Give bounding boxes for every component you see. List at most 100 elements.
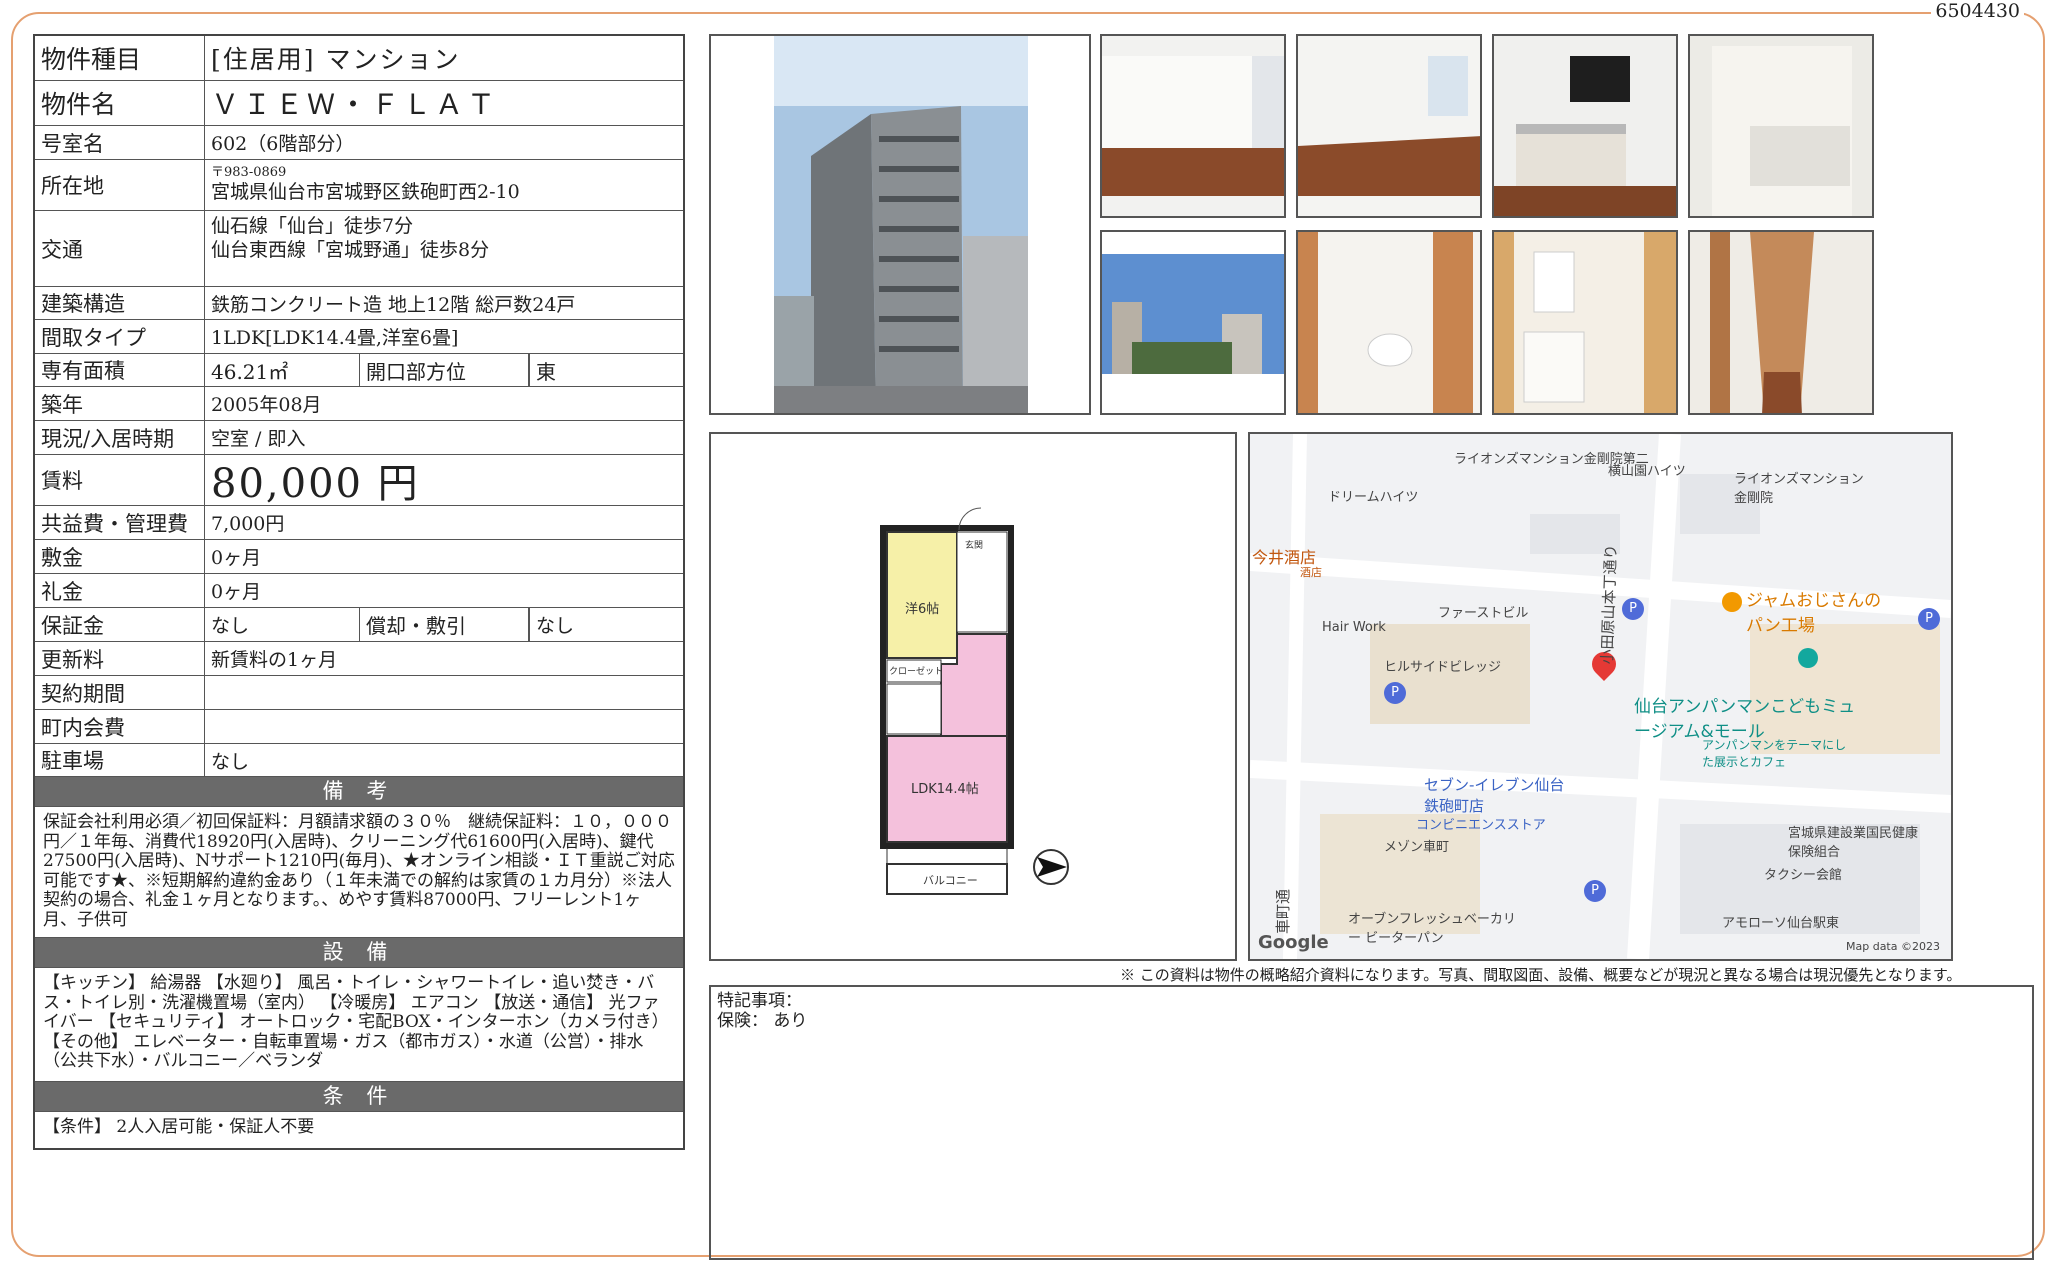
map-label-jam: ジャムおじさんのパン工場 xyxy=(1746,591,1882,636)
label-town-fee: 町内会費 xyxy=(35,710,205,743)
address-line: 宮城県仙台市宮城野区鉄砲町西2-10 xyxy=(211,181,520,204)
value-status: 空室 / 即入 xyxy=(211,428,306,450)
building-photo xyxy=(709,34,1091,415)
restaurant-icon[interactable] xyxy=(1722,592,1742,612)
room-entrance: 玄関 xyxy=(965,541,984,551)
row-contract: 契約期間 xyxy=(35,676,683,710)
map-attribution: Map data ©2023 xyxy=(1846,940,1940,953)
room-closet: クローゼット xyxy=(889,667,944,677)
value-parking: なし xyxy=(211,750,250,773)
value-guarantee: なし xyxy=(211,615,250,637)
toilet-image xyxy=(1298,232,1480,413)
value-access: 仙石線「仙台」徒歩7分 仙台東西線「宮城野通」徒歩8分 xyxy=(205,211,683,286)
map-label-seven: セブン-イレブン仙台鉄砲町店 xyxy=(1424,776,1565,815)
label-area: 専有面積 xyxy=(35,354,205,386)
remarks-header: 備 考 xyxy=(35,777,683,807)
remarks-text: 保証会社利用必須／初回保証料：月額請求額の３０％ 継続保証料：１０，０００円／１… xyxy=(35,807,683,938)
label-structure: 建築構造 xyxy=(35,287,205,319)
value-deposit: 0ヶ月 xyxy=(211,547,262,569)
value-room: 602（6階部分） xyxy=(211,133,355,155)
equipment-text: 【キッチン】 給湯器 【水廻り】 風呂・トイレ・シャワートイレ・追い焚き・バス・… xyxy=(35,968,683,1082)
google-logo: Google xyxy=(1258,932,1329,953)
map-label-maison: メゾン車町 xyxy=(1384,840,1450,855)
map-label-lions: ライオンズマンション金剛院 xyxy=(1734,472,1864,506)
row-key-money: 礼金 0ヶ月 xyxy=(35,574,683,608)
row-structure: 建築構造 鉄筋コンクリート造 地上12階 総戸数24戸 xyxy=(35,287,683,320)
value-contract xyxy=(205,676,683,709)
value-layout: 1LDK[LDK14.4畳,洋室6畳] xyxy=(211,327,459,349)
row-rent: 賃料 80,000 円 xyxy=(35,455,683,507)
property-table: 物件種目 [住居用] マンション 物件名 ＶＩＥＷ・ＦＬＡＴ 号室名 602（6… xyxy=(33,34,685,1150)
room-western: 洋6帖 xyxy=(905,602,940,617)
kitchen-image xyxy=(1494,36,1676,216)
label-contract: 契約期間 xyxy=(35,676,205,709)
label-room: 号室名 xyxy=(35,126,205,159)
room-ldk: LDK14.4帖 xyxy=(911,782,979,797)
living-room-image xyxy=(1102,36,1284,216)
postal-code: 〒983-0869 xyxy=(211,165,287,180)
parking-icon-3[interactable]: P xyxy=(1918,608,1940,630)
value-structure: 鉄筋コンクリート造 地上12階 総戸数24戸 xyxy=(211,293,576,316)
special-notes-box: 特記事項： 保険： あり xyxy=(709,985,2034,1260)
equipment-header: 設 備 xyxy=(35,938,683,968)
location-map[interactable]: P P P P ライオンズマンション金剛院第二 横山園ハイツ ライオンズマンショ… xyxy=(1248,432,1953,961)
washroom-image xyxy=(1494,232,1676,413)
label-deposit: 敷金 xyxy=(35,540,205,573)
parking-icon[interactable]: P xyxy=(1622,598,1644,620)
museum-icon[interactable] xyxy=(1798,648,1818,668)
map-label-museum: 仙台アンパンマンこどもミュージアム&モール xyxy=(1634,697,1856,742)
access-line-2: 仙台東西線「宮城野通」徒歩8分 xyxy=(211,238,490,261)
toilet-photo xyxy=(1296,230,1482,415)
value-orientation: 東 xyxy=(529,354,683,386)
value-mgmt: 7,000円 xyxy=(211,513,285,535)
map-label-yokoyama: 横山園ハイツ xyxy=(1608,464,1686,479)
hallway-image xyxy=(1690,232,1872,413)
map-label-first: ファーストビル xyxy=(1438,606,1529,621)
label-mgmt: 共益費・管理費 xyxy=(35,506,205,539)
row-status: 現況/入居時期 空室 / 即入 xyxy=(35,421,683,455)
row-area: 専有面積 46.21㎡ 開口部方位 東 xyxy=(35,354,683,387)
label-name: 物件名 xyxy=(35,81,205,125)
value-town-fee xyxy=(205,710,683,743)
label-renewal: 更新料 xyxy=(35,642,205,675)
map-label-taxi: タクシー会館 xyxy=(1764,868,1843,883)
interior-photo-bath xyxy=(1688,34,1874,218)
row-address: 所在地 〒983-0869 宮城県仙台市宮城野区鉄砲町西2-10 xyxy=(35,160,683,211)
value-amortization: なし xyxy=(529,608,683,641)
document-id: 6504430 xyxy=(1931,0,2024,22)
map-label-amoroso: アモローソ仙台駅東 xyxy=(1722,916,1840,931)
parking-icon-2[interactable]: P xyxy=(1384,682,1406,704)
value-address: 〒983-0869 宮城県仙台市宮城野区鉄砲町西2-10 xyxy=(205,160,683,210)
washroom-photo xyxy=(1492,230,1678,415)
label-key-money: 礼金 xyxy=(35,574,205,607)
label-orientation: 開口部方位 xyxy=(359,354,529,386)
label-type: 物件種目 xyxy=(35,36,205,80)
bedroom-image xyxy=(1298,36,1480,216)
special-notes-label: 特記事項： xyxy=(717,991,802,1011)
building-image xyxy=(774,36,1028,413)
row-name: 物件名 ＶＩＥＷ・ＦＬＡＴ xyxy=(35,81,683,126)
hallway-photo xyxy=(1688,230,1874,415)
map-label-hillside: ヒルサイドビレッジ xyxy=(1384,660,1502,675)
label-amortization: 償却・敷引 xyxy=(359,608,529,641)
map-label-bakery: オーブンフレッシュベーカリー ビーターパン xyxy=(1348,912,1516,946)
room-balcony: バルコニー xyxy=(923,874,978,887)
insurance-note: 保険： あり xyxy=(717,1011,808,1031)
row-mgmt: 共益費・管理費 7,000円 xyxy=(35,506,683,540)
map-label-kurumamachi: 車町通 xyxy=(1274,888,1292,934)
conditions-text: 【条件】 2人入居可能・保証人不要 xyxy=(43,1117,315,1137)
floor-plan: 洋6帖 LDK14.4帖 クローゼット 玄関 バルコニー xyxy=(709,432,1237,961)
map-label-insurance: 宮城県建設業国民健康保険組合 xyxy=(1788,826,1919,860)
interior-photo-bedroom xyxy=(1296,34,1482,218)
parking-icon-4[interactable]: P xyxy=(1584,880,1606,902)
value-rent: 80,000 円 xyxy=(211,461,420,507)
label-status: 現況/入居時期 xyxy=(35,421,205,454)
label-rent: 賃料 xyxy=(35,455,205,505)
row-built: 築年 2005年08月 xyxy=(35,387,683,421)
value-renewal: 新賃料の1ヶ月 xyxy=(211,649,338,671)
label-guarantee: 保証金 xyxy=(35,608,205,641)
label-built: 築年 xyxy=(35,387,205,420)
conditions-header: 条 件 xyxy=(35,1082,683,1112)
disclaimer-note: ※ この資料は物件の概略紹介資料になります。写真、間取図面、設備、概要などが現況… xyxy=(1120,966,1962,984)
value-key-money: 0ヶ月 xyxy=(211,581,262,603)
